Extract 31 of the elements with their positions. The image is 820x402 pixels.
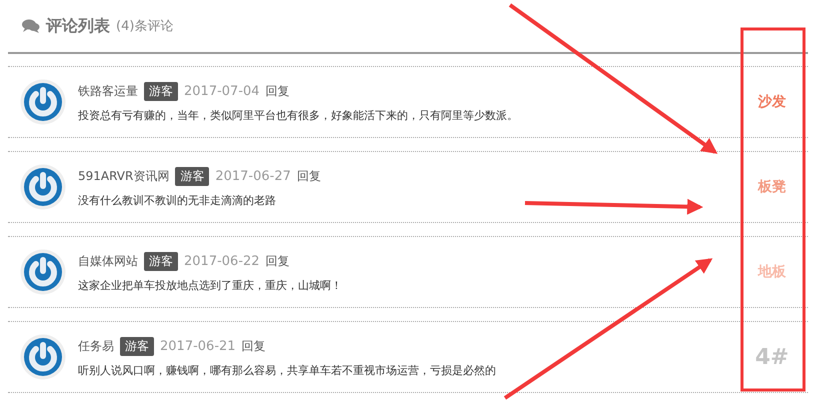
guest-badge: 游客: [120, 336, 154, 356]
floor-label: 4#: [754, 344, 790, 370]
section-title: 评论列表: [46, 16, 110, 36]
avatar-icon: [20, 334, 66, 380]
comment-text: 这家企业把单车投放地点选到了重庆，重庆，山城啊！: [78, 278, 342, 292]
reply-link[interactable]: 回复: [296, 168, 321, 184]
avatar-icon: [20, 79, 66, 125]
floor-label: 板凳: [756, 178, 787, 196]
comment-date: 2017-07-04: [184, 84, 260, 98]
comment-text: 听别人说风口啊，赚钱啊，哪有那么容易，共享单车若不重视市场运营，亏损是必然的: [78, 362, 496, 378]
reply-link[interactable]: 回复: [242, 338, 266, 354]
avatar-icon: [20, 249, 66, 295]
comment-date: 2017-06-22: [184, 254, 260, 268]
reply-link[interactable]: 回复: [266, 82, 290, 100]
floor-label: 地板: [756, 263, 787, 281]
author-name[interactable]: 铁路客运量: [78, 82, 138, 100]
comment-count: (4)条评论: [116, 18, 174, 35]
floor-label: 沙发: [757, 93, 787, 111]
guest-badge: 游客: [144, 82, 178, 100]
author-name[interactable]: 任务易: [78, 338, 114, 354]
reply-link[interactable]: 回复: [266, 252, 290, 270]
guest-badge: 游客: [175, 166, 210, 186]
comment-text: 投资总有亏有赚的，当年，类似阿里平台也有很多，好象能活下来的，只有阿里等少数派。: [78, 108, 518, 122]
author-name[interactable]: 自媒体网站: [78, 252, 138, 270]
comment-date: 2017-06-27: [215, 168, 291, 184]
author-name[interactable]: 591ARVR资讯网: [78, 168, 170, 184]
comment-text: 没有什么教训不教训的无非走滴滴的老路: [78, 192, 276, 208]
guest-badge: 游客: [144, 252, 178, 270]
comment-date: 2017-06-21: [160, 338, 236, 354]
avatar-icon: [20, 164, 66, 210]
comments-icon: [22, 19, 40, 33]
